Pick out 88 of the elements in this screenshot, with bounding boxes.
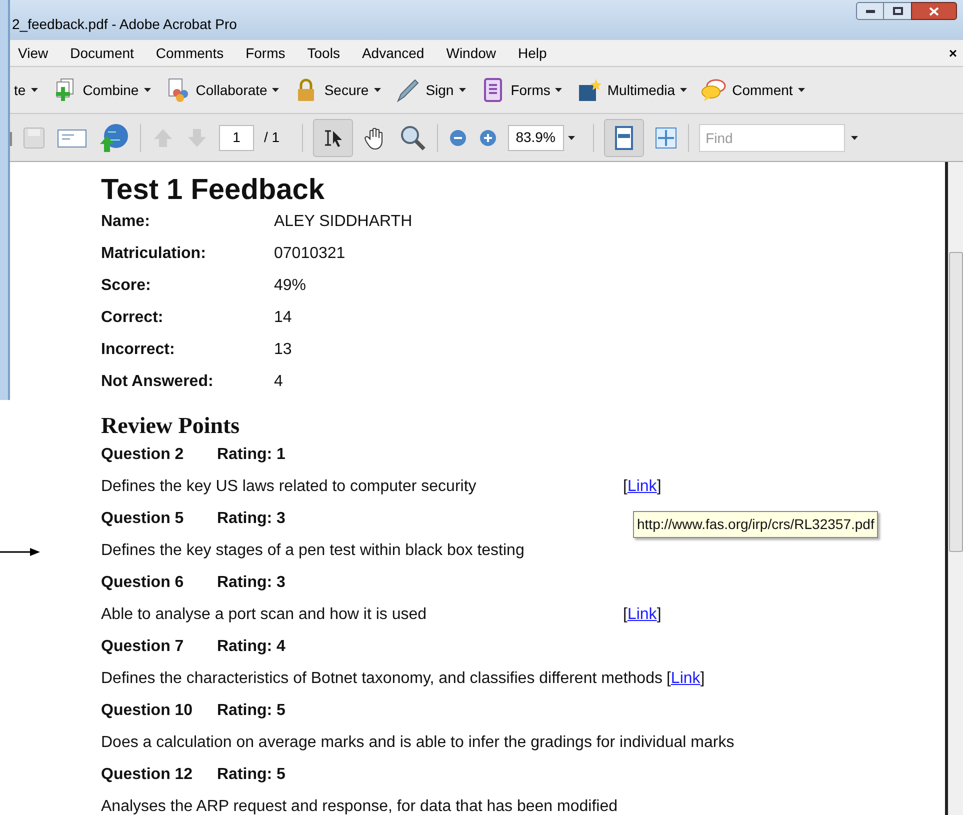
field-value: 07010321: [274, 244, 346, 264]
question-description: Defines the key US laws related to computer security: [101, 477, 478, 497]
page-number-field[interactable]: 1: [219, 124, 254, 150]
toolbar-button[interactable]: Sign: [394, 77, 466, 103]
zoom-in-icon[interactable]: [478, 128, 498, 148]
question-description: Able to analyse a port scan and how it is used: [101, 605, 428, 625]
minimize-button[interactable]: [856, 2, 884, 20]
menu-item[interactable]: Document: [70, 42, 134, 64]
caret-icon: [568, 136, 575, 140]
caret-icon: [798, 88, 805, 92]
rating: Rating: 1: [217, 445, 286, 465]
zoom-out-icon[interactable]: [448, 128, 468, 148]
fit-width-icon: [614, 126, 634, 150]
link[interactable]: [Link]: [623, 475, 662, 499]
rating: Rating: 5: [217, 765, 286, 785]
link-tooltip: http://www.fas.org/irp/crs/RL32357.pdf: [633, 511, 878, 538]
maximize-icon: [892, 7, 902, 15]
document-title: Test 1 Feedback: [101, 174, 326, 206]
caret-icon: [680, 88, 688, 92]
menu-item[interactable]: Advanced: [362, 42, 424, 64]
toolbar-button[interactable]: Secure: [293, 77, 381, 103]
page-total: / 1: [264, 128, 280, 147]
field-label: Incorrect:: [101, 340, 176, 360]
maximize-button[interactable]: [884, 2, 911, 20]
link[interactable]: [Link]: [666, 667, 705, 691]
toolbar-button[interactable]: Comment: [701, 77, 805, 103]
field-value: 14: [274, 308, 292, 328]
fit-width-button[interactable]: [604, 118, 644, 156]
question-number: Question 7: [101, 637, 185, 657]
film-star-icon: [576, 77, 602, 103]
field-value: ALEY SIDDHARTH: [274, 212, 412, 232]
minimize-icon: [866, 10, 874, 12]
vertical-scrollbar[interactable]: [945, 162, 963, 815]
find-field[interactable]: Find: [698, 124, 845, 152]
menu-item[interactable]: Window: [446, 42, 496, 64]
rating: Rating: 3: [217, 509, 286, 529]
field-label: Score:: [101, 276, 152, 296]
pen-icon: [394, 77, 421, 103]
question-number: Question 12: [101, 765, 194, 785]
link[interactable]: [Link]: [623, 603, 662, 627]
zoom-marquee-icon[interactable]: [398, 124, 427, 152]
rating: Rating: 4: [217, 637, 286, 657]
menu-item[interactable]: Comments: [156, 42, 224, 64]
question-number: Question 2: [101, 445, 185, 465]
question-number: Question 5: [101, 509, 185, 529]
caret-icon: [850, 136, 858, 140]
menu-item[interactable]: Forms: [246, 42, 286, 64]
select-tool-button[interactable]: [312, 118, 353, 156]
window-title: 2_feedback.pdf - Adobe Acrobat Pro: [12, 15, 237, 34]
rating: Rating: 5: [217, 701, 286, 721]
toolbar-button[interactable]: Combine: [52, 77, 151, 103]
arrow-icon: [0, 547, 40, 557]
toolbar-button[interactable]: Multimedia: [576, 77, 688, 103]
toolbar-button[interactable]: Forms: [480, 77, 562, 103]
zoom-field[interactable]: 83.9%: [508, 124, 564, 150]
caret-icon: [555, 88, 562, 92]
field-value: 49%: [274, 276, 306, 296]
full-screen-icon[interactable]: [654, 126, 678, 150]
section-heading: Review Points: [101, 412, 241, 440]
rating: Rating: 3: [217, 573, 286, 593]
question-description: Defines the key stages of a pen test within black box testing: [101, 541, 524, 561]
toolbar-button[interactable]: Collaborate: [164, 77, 280, 103]
field-label: Matriculation:: [101, 244, 207, 264]
field-value: 13: [274, 340, 292, 360]
field-label: Not Answered:: [101, 372, 214, 392]
menu-item[interactable]: Help: [518, 42, 547, 64]
question-number: Question 10: [101, 701, 194, 721]
caret-icon: [458, 88, 466, 92]
speech-bubbles-icon: [701, 77, 728, 103]
menu-item[interactable]: View: [18, 42, 48, 64]
caret-icon: [30, 88, 38, 92]
question-number: Question 6: [101, 573, 185, 593]
globe-upload-icon[interactable]: [98, 122, 130, 154]
close-button[interactable]: [911, 2, 957, 20]
caret-icon: [374, 88, 381, 92]
scrollbar-thumb[interactable]: [948, 252, 962, 552]
field-label: Name:: [101, 212, 151, 232]
field-label: Correct:: [101, 308, 164, 328]
close-icon: [929, 6, 939, 16]
caret-icon: [272, 88, 280, 92]
field-value: 4: [274, 372, 283, 392]
menu-item[interactable]: Tools: [307, 42, 340, 64]
question-description: Analyses the ARP request and response, for data that has been modified: [101, 797, 618, 815]
close-document-button[interactable]: ×: [948, 42, 957, 64]
question-description: Defines the characteristics of Botnet taxonomy, and classifies different methods: [101, 669, 662, 689]
caret-icon: [144, 88, 151, 92]
toolbar-button[interactable]: te: [14, 80, 38, 100]
question-description: Does a calculation on average marks and is able to infer the gradings for individual marks: [101, 733, 734, 753]
